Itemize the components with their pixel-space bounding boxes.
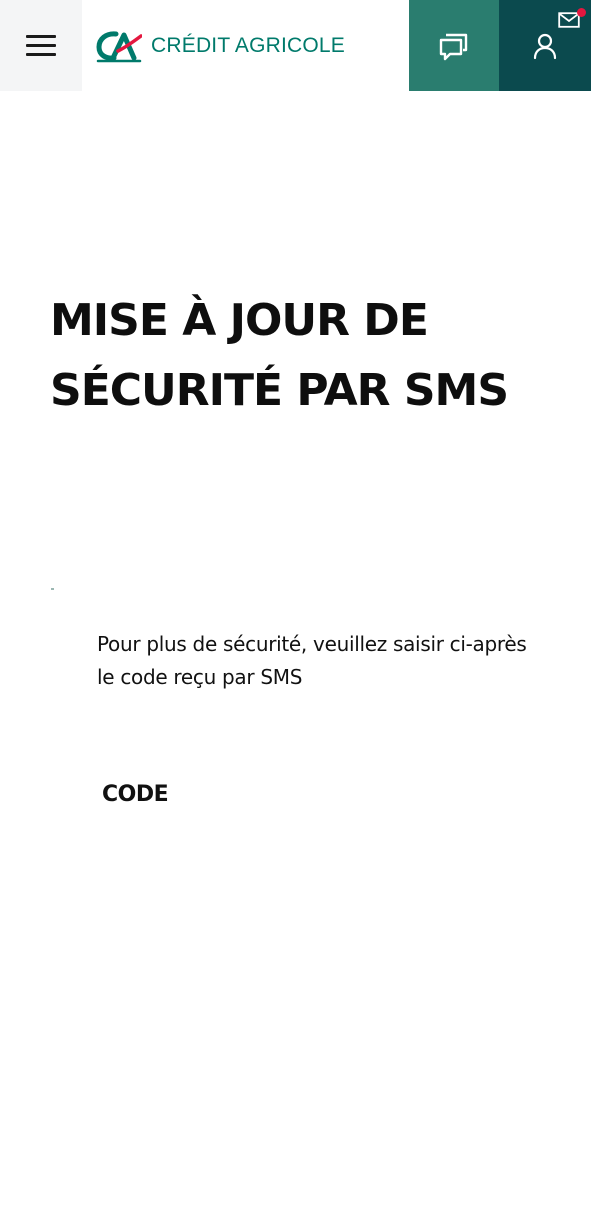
user-icon xyxy=(533,33,557,59)
ca-logo-icon xyxy=(96,31,142,63)
page: CRÉDIT AGRICOLE MISE À JOUR DE SÉCURITÉ … xyxy=(0,0,591,1209)
chat-bubbles-icon xyxy=(439,33,468,60)
page-title: MISE À JOUR DE SÉCURITÉ PAR SMS xyxy=(50,295,509,416)
code-label: CODE xyxy=(102,782,169,807)
chat-button[interactable] xyxy=(409,0,499,91)
logo-wordmark: CRÉDIT AGRICOLE xyxy=(151,34,345,57)
credit-agricole-logo[interactable]: CRÉDIT AGRICOLE xyxy=(96,28,345,64)
sms-instructions: Pour plus de sécurité, veuillez saisir c… xyxy=(97,632,527,689)
top-header: CRÉDIT AGRICOLE xyxy=(0,0,591,91)
sms-code-input[interactable] xyxy=(102,820,482,864)
hamburger-menu-icon xyxy=(26,29,56,62)
notification-dot xyxy=(577,8,586,17)
decorative-dot xyxy=(51,588,54,590)
menu-button[interactable] xyxy=(0,0,82,91)
